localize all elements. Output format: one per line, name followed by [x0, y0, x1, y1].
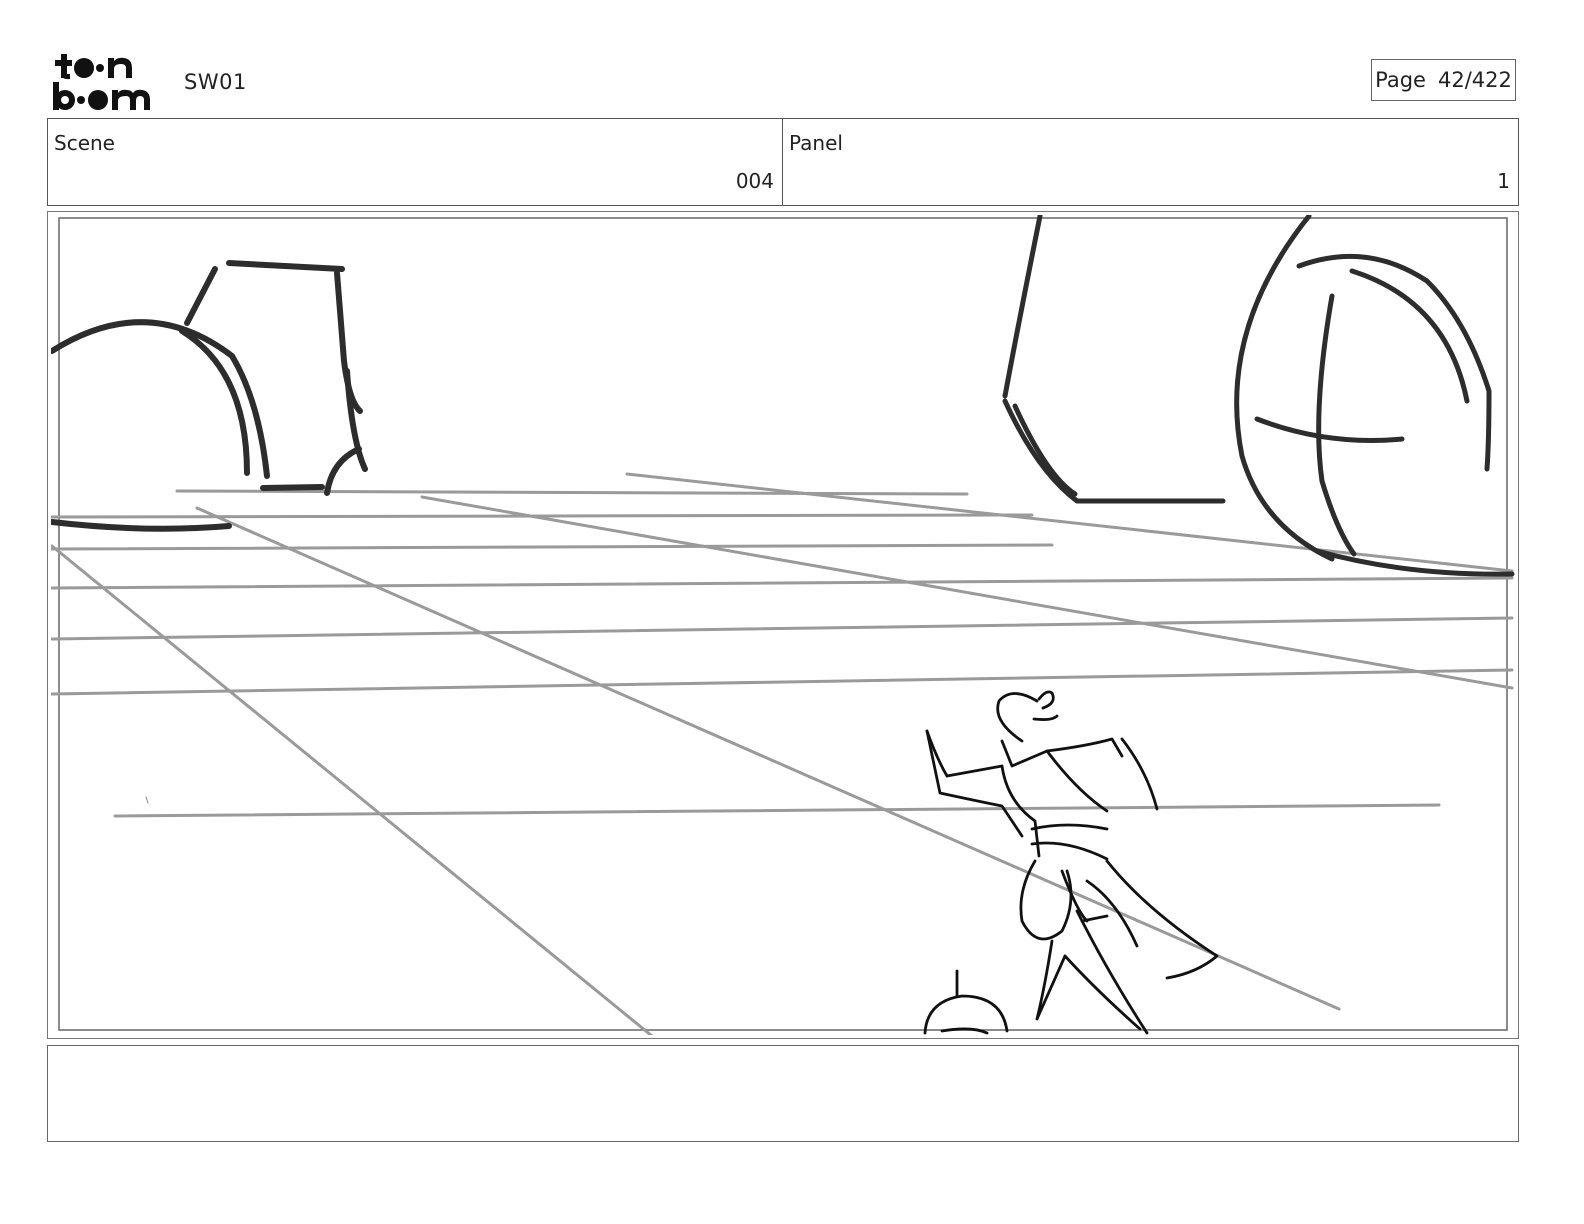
scene-panel-info: Scene 004 Panel 1 [47, 118, 1519, 206]
panel-value: 1 [1497, 169, 1510, 193]
scene-value: 004 [735, 169, 774, 193]
notes-area [47, 1045, 1519, 1142]
round-object [923, 969, 1009, 1035]
page-label: Page [1375, 68, 1426, 92]
scene-cell: Scene 004 [48, 119, 783, 205]
sketch-mark [145, 796, 149, 804]
page-number: 42/422 [1437, 68, 1512, 92]
camera-frame [58, 217, 1508, 1031]
character-figure [925, 690, 1219, 1035]
floor-grid [51, 472, 1514, 1035]
page-indicator: Page 42/422 [1371, 59, 1516, 101]
panel-label: Panel [789, 131, 843, 155]
project-title: SW01 [184, 70, 247, 94]
storyboard-drawing [51, 215, 1515, 1035]
panel-cell: Panel 1 [783, 119, 1518, 205]
toonboom-logo [53, 54, 150, 110]
scene-label: Scene [54, 131, 115, 155]
right-structure [1002, 215, 1515, 577]
left-structure [51, 260, 368, 532]
